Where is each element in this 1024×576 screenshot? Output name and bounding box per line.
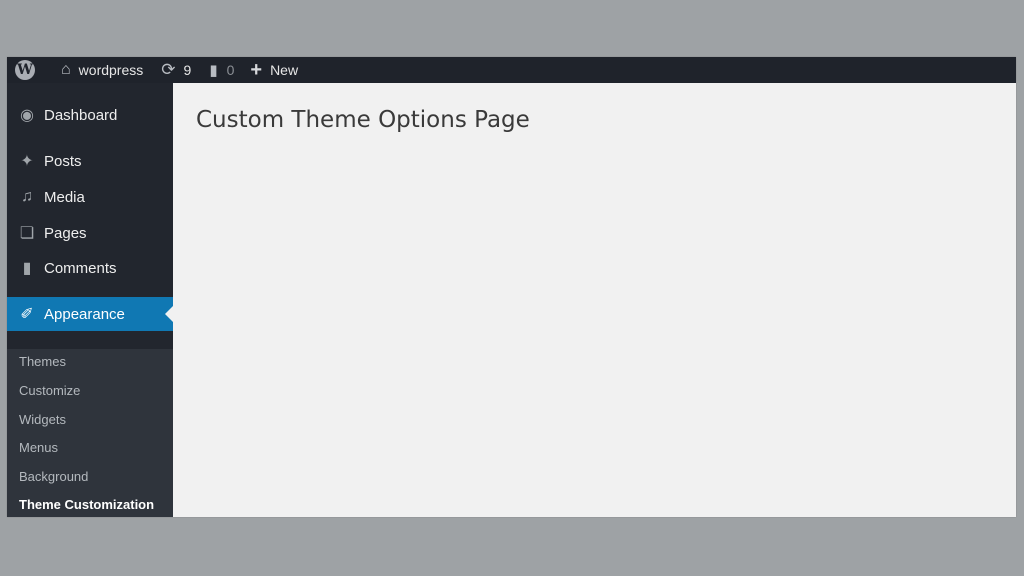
home-icon[interactable]: ⌂ (61, 61, 71, 79)
appearance-submenu: Themes Customize Widgets Menus Backgroun… (7, 349, 173, 517)
comment-icon: ▮ (22, 260, 32, 277)
sidebar-item-appearance[interactable]: ✐ Appearance (7, 297, 173, 331)
dashboard-icon: ◉ (20, 107, 34, 124)
site-name-link[interactable]: wordpress (79, 62, 144, 78)
new-content-link[interactable]: New (270, 62, 298, 78)
submenu-item-background[interactable]: Background (19, 469, 88, 484)
comment-icon[interactable]: ▮ (209, 61, 217, 79)
sidebar-item-label: Pages (44, 224, 87, 242)
media-icon: ♫ (21, 188, 33, 205)
submenu-item-customize[interactable]: Customize (19, 383, 80, 398)
submenu-item-themes[interactable]: Themes (19, 354, 66, 369)
active-indicator (165, 306, 173, 322)
submenu-item-menus[interactable]: Menus (19, 440, 58, 455)
plus-icon[interactable]: + (250, 59, 262, 82)
sidebar-item-label: Dashboard (44, 106, 118, 124)
wp-admin-window: W ⌂ wordpress ⟳ 9 ▮ 0 + New ◉ Dashboard … (7, 57, 1016, 517)
submenu-item-widgets[interactable]: Widgets (19, 412, 66, 427)
page-title: Custom Theme Options Page (196, 107, 530, 133)
sidebar-item-label: Posts (44, 152, 82, 170)
sidebar-item-label: Comments (44, 259, 117, 277)
wordpress-logo-icon[interactable]: W (15, 60, 35, 80)
sidebar-item-label: Appearance (44, 305, 125, 323)
sidebar-item-comments[interactable]: ▮ Comments (7, 250, 173, 286)
admin-sidebar: ◉ Dashboard ✦ Posts ♫ Media ❏ Pages ▮ Co… (7, 83, 173, 517)
comments-count[interactable]: 0 (227, 62, 235, 78)
submenu-item-theme-customization[interactable]: Theme Customization (19, 497, 154, 512)
sidebar-item-media[interactable]: ♫ Media (7, 179, 173, 215)
pin-icon: ✦ (20, 153, 34, 170)
updates-icon[interactable]: ⟳ (161, 60, 175, 80)
sidebar-item-posts[interactable]: ✦ Posts (7, 143, 173, 179)
updates-count[interactable]: 9 (184, 62, 192, 78)
sidebar-item-label: Media (44, 188, 85, 206)
paintbrush-icon: ✐ (20, 306, 34, 323)
sidebar-item-dashboard[interactable]: ◉ Dashboard (7, 97, 173, 133)
admin-bar: W ⌂ wordpress ⟳ 9 ▮ 0 + New (7, 57, 1016, 83)
sidebar-item-pages[interactable]: ❏ Pages (7, 215, 173, 251)
main-content: Custom Theme Options Page (173, 83, 1016, 517)
pages-icon: ❏ (19, 225, 35, 242)
